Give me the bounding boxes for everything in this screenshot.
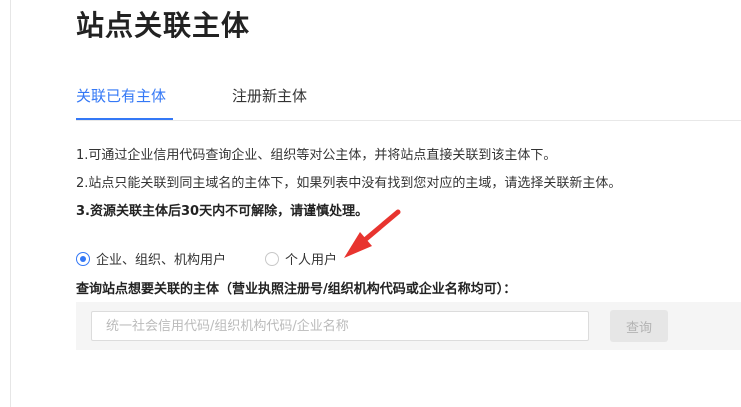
radio-enterprise-user[interactable]: 企业、组织、机构用户 bbox=[76, 249, 226, 268]
radio-enterprise-label: 企业、组织、机构用户 bbox=[96, 253, 227, 268]
tab-link-existing-entity[interactable]: 关联已有主体 bbox=[76, 84, 166, 108]
content-left-border bbox=[10, 0, 11, 407]
radio-checked-icon bbox=[76, 251, 90, 266]
query-button[interactable]: 查询 bbox=[610, 310, 668, 342]
radio-personal-user[interactable]: 个人用户 bbox=[265, 249, 337, 268]
notice-line-3-warning: 3.资源关联主体后30天内不可解除，请谨慎处理。 bbox=[76, 204, 369, 219]
notice-line-1: 1.可通过企业信用代码查询企业、组织等对公主体，并将站点直接关联到该主体下。 bbox=[76, 148, 557, 163]
page-title: 站点关联主体 bbox=[76, 9, 251, 42]
query-label: 查询站点想要关联的主体（营业执照注册号/组织机构代码或企业名称均可）： bbox=[76, 282, 517, 297]
entity-search-input[interactable] bbox=[91, 311, 589, 341]
tabs-divider bbox=[76, 120, 741, 121]
tab-register-new-entity[interactable]: 注册新主体 bbox=[232, 84, 307, 108]
notice-line-2: 2.站点只能关联到同主域名的主体下，如果列表中没有找到您对应的主域，请选择关联新… bbox=[76, 176, 622, 191]
search-panel: 查询 bbox=[76, 302, 741, 350]
radio-unchecked-icon bbox=[265, 251, 279, 266]
radio-personal-label: 个人用户 bbox=[285, 253, 338, 268]
